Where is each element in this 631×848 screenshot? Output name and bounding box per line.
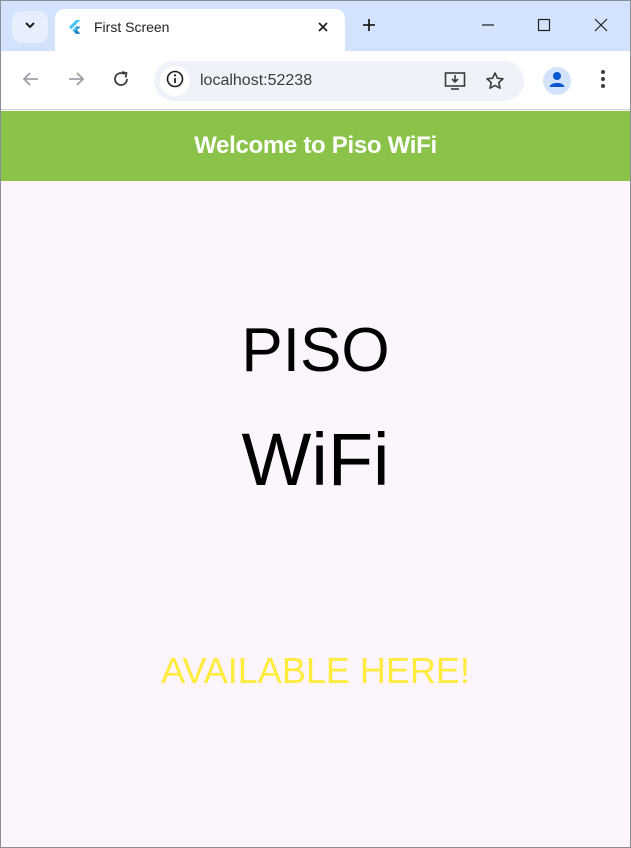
info-icon bbox=[166, 70, 184, 93]
browser-window: First Screen localhost:52238 Welcome to … bbox=[0, 0, 631, 848]
minimize-icon bbox=[481, 18, 495, 37]
app-body: PISO WiFi AVAILABLE HERE! bbox=[1, 181, 630, 847]
tab-first-screen[interactable]: First Screen bbox=[55, 9, 345, 51]
maximize-button[interactable] bbox=[530, 13, 558, 41]
tab-title: First Screen bbox=[94, 19, 170, 35]
new-tab-button[interactable] bbox=[357, 15, 381, 39]
reload-button[interactable] bbox=[105, 65, 137, 97]
tagline: AVAILABLE HERE! bbox=[161, 650, 470, 691]
forward-icon bbox=[67, 70, 85, 93]
address-bar[interactable]: localhost:52238 bbox=[154, 61, 524, 101]
tab-search-button[interactable] bbox=[12, 11, 48, 43]
app-bar: Welcome to Piso WiFi bbox=[1, 111, 630, 181]
chevron-down-icon bbox=[24, 18, 36, 36]
reload-icon bbox=[112, 70, 130, 93]
star-icon[interactable] bbox=[483, 69, 507, 93]
forward-button[interactable] bbox=[60, 65, 92, 97]
back-button[interactable] bbox=[15, 65, 47, 97]
install-app-icon[interactable] bbox=[443, 69, 467, 93]
hero-title-line2: WiFi bbox=[241, 418, 390, 501]
url-text: localhost:52238 bbox=[200, 72, 313, 89]
menu-button[interactable] bbox=[589, 67, 617, 95]
app-bar-title: Welcome to Piso WiFi bbox=[194, 132, 437, 159]
minimize-button[interactable] bbox=[474, 13, 502, 41]
more-icon bbox=[600, 69, 606, 94]
browser-toolbar: localhost:52238 bbox=[1, 51, 630, 110]
back-icon bbox=[22, 70, 40, 93]
tab-strip: First Screen bbox=[1, 1, 630, 51]
close-icon[interactable] bbox=[313, 17, 333, 37]
site-info-button[interactable] bbox=[160, 66, 190, 96]
profile-icon bbox=[547, 69, 567, 94]
hero-title-line1: PISO bbox=[241, 316, 390, 385]
flutter-icon bbox=[67, 19, 83, 35]
close-window-icon bbox=[594, 18, 608, 37]
plus-icon bbox=[362, 18, 376, 37]
profile-button[interactable] bbox=[543, 67, 571, 95]
close-window-button[interactable] bbox=[587, 13, 615, 41]
maximize-icon bbox=[537, 18, 551, 37]
